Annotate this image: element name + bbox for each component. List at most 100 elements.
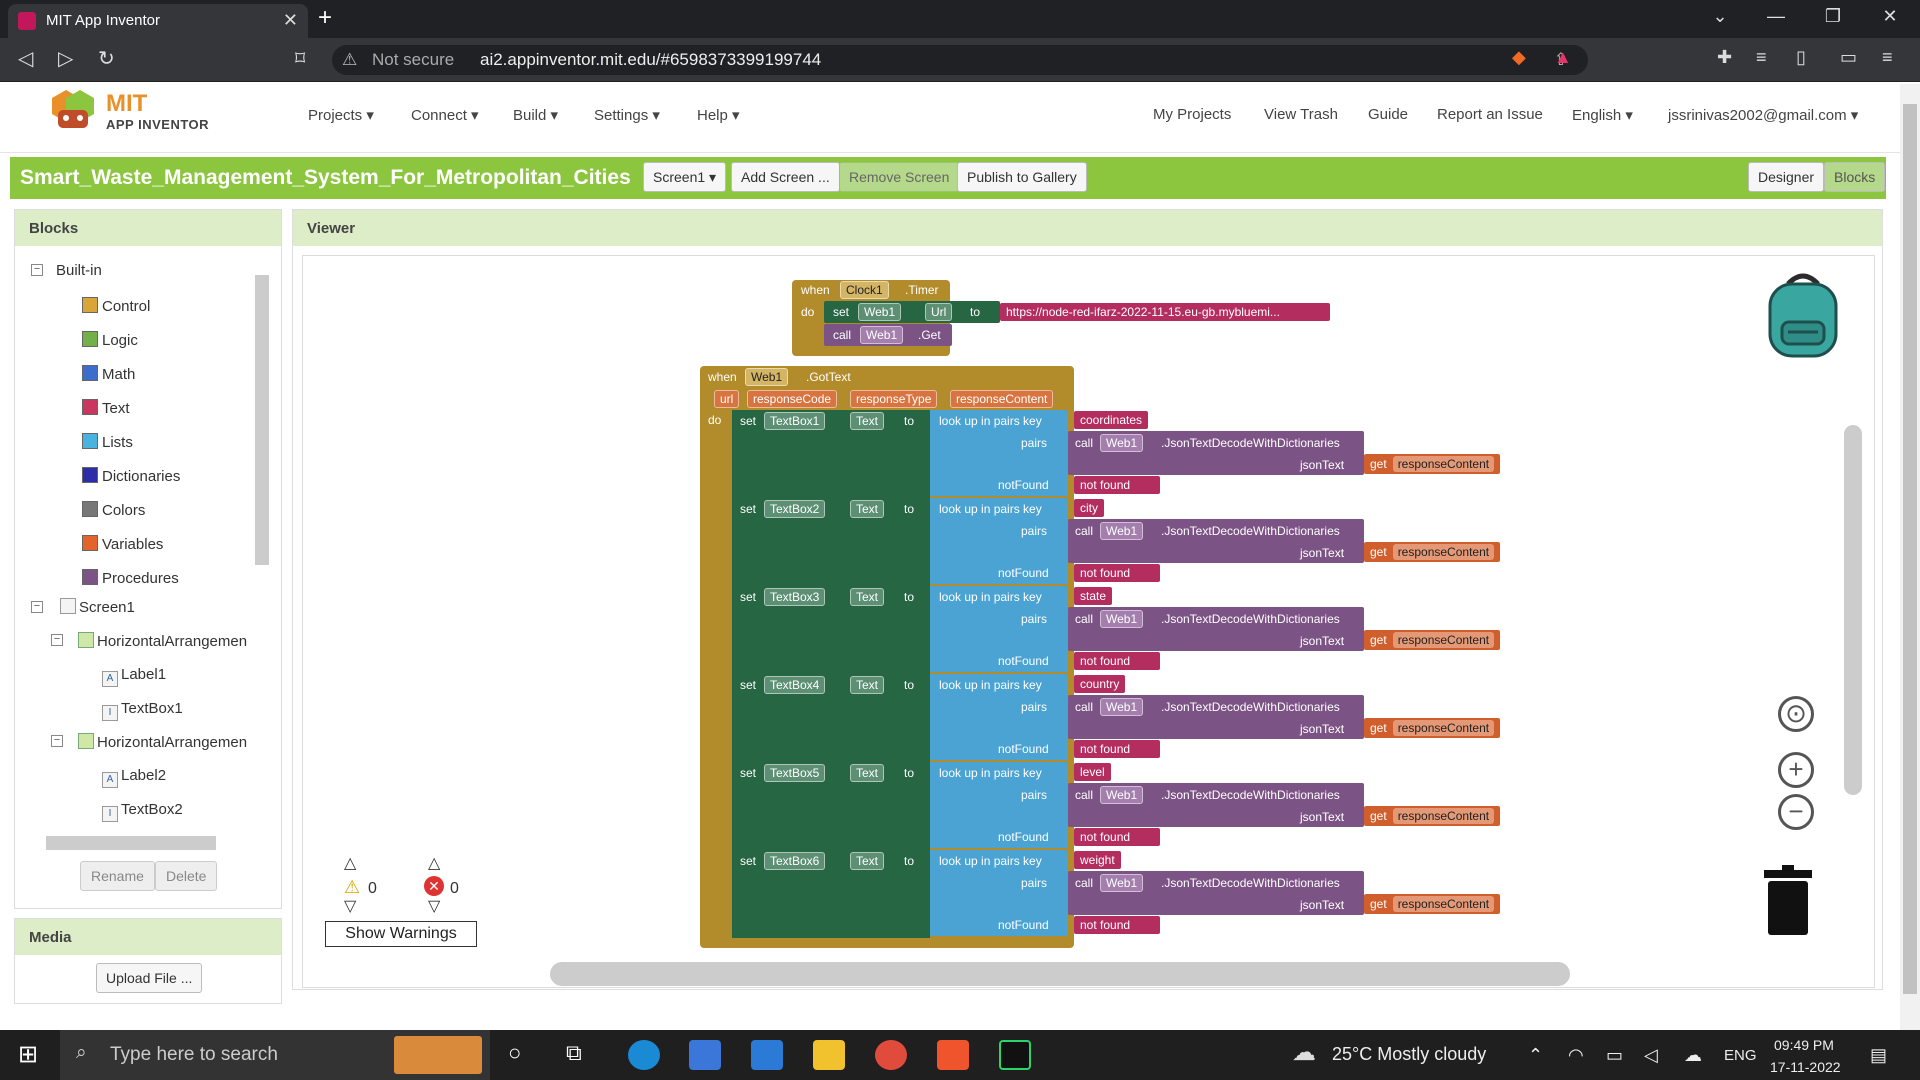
onedrive-icon[interactable]: ☁ — [1684, 1045, 1702, 1066]
block-category-text[interactable]: Text — [82, 399, 130, 417]
show-warnings-button[interactable]: Show Warnings — [325, 921, 477, 947]
chrome-icon[interactable] — [875, 1040, 907, 1070]
network-icon[interactable]: ◠ — [1568, 1045, 1584, 1066]
row5-textbox-dropdown[interactable]: TextBox5 — [764, 764, 826, 782]
block-category-logic[interactable]: Logic — [82, 331, 138, 349]
row6-get-response-block[interactable]: get responseContent — [1364, 894, 1501, 914]
param-response-type[interactable]: responseType — [850, 390, 938, 408]
tree-label1[interactable]: A Label1 — [102, 666, 166, 687]
link-report-issue[interactable]: Report an Issue — [1437, 106, 1543, 123]
browser-menu-icon[interactable]: ≡ — [1882, 47, 1893, 68]
row2-notfound-string[interactable]: not found — [1074, 564, 1160, 582]
bookmark-icon[interactable]: ⌑ — [295, 46, 305, 71]
battery-icon[interactable]: ▭ — [1606, 1045, 1623, 1066]
row1-call-component-dropdown[interactable]: Web1 — [1100, 434, 1144, 452]
row2-get-response-block[interactable]: get responseContent — [1364, 542, 1501, 562]
collapse-harr1-icon[interactable]: − — [51, 634, 63, 646]
workspace-horizontal-scrollbar[interactable] — [550, 962, 1570, 986]
row2-textbox-dropdown[interactable]: TextBox2 — [764, 500, 826, 518]
row6-get-variable-dropdown[interactable]: responseContent — [1392, 896, 1495, 912]
row5-get-variable-dropdown[interactable]: responseContent — [1392, 808, 1495, 824]
brave-taskbar-icon[interactable] — [937, 1040, 969, 1070]
block-category-colors[interactable]: Colors — [82, 501, 145, 519]
collapse-builtin-icon[interactable]: − — [31, 264, 43, 276]
clock-date[interactable]: 17-11-2022 — [1770, 1059, 1841, 1075]
minimize-icon[interactable]: — — [1756, 6, 1796, 27]
notifications-icon[interactable]: ▤ — [1870, 1045, 1887, 1066]
error-next-icon[interactable]: ▽ — [428, 896, 440, 916]
error-prev-icon[interactable]: △ — [428, 853, 440, 873]
row1-key-string[interactable]: coordinates — [1074, 411, 1149, 429]
backpack-icon[interactable] — [1762, 270, 1844, 358]
block-category-dictionaries[interactable]: Dictionaries — [82, 467, 180, 485]
row3-get-variable-dropdown[interactable]: responseContent — [1392, 632, 1495, 648]
row3-property-dropdown[interactable]: Text — [850, 588, 885, 606]
zoom-out-icon[interactable]: − — [1778, 794, 1814, 830]
row3-notfound-string[interactable]: not found — [1074, 652, 1160, 670]
row3-textbox-dropdown[interactable]: TextBox3 — [764, 588, 826, 606]
menu-settings[interactable]: Settings ▾ — [594, 106, 660, 124]
row5-property-dropdown[interactable]: Text — [850, 764, 885, 782]
set-url-component-dropdown[interactable]: Web1 — [858, 303, 902, 321]
tree-textbox2[interactable]: I TextBox2 — [102, 801, 183, 822]
link-my-projects[interactable]: My Projects — [1153, 106, 1231, 123]
upload-file-button[interactable]: Upload File ... — [96, 963, 203, 993]
param-url[interactable]: url — [714, 390, 740, 408]
close-window-icon[interactable]: ✕ — [1870, 6, 1910, 27]
tree-label2[interactable]: A Label2 — [102, 767, 166, 788]
designer-button[interactable]: Designer — [1748, 162, 1825, 192]
zoom-in-icon[interactable]: + — [1778, 752, 1814, 788]
delete-button[interactable]: Delete — [155, 861, 218, 891]
param-response-code[interactable]: responseCode — [747, 390, 838, 408]
row6-call-component-dropdown[interactable]: Web1 — [1100, 874, 1144, 892]
row2-call-component-dropdown[interactable]: Web1 — [1100, 522, 1144, 540]
warning-next-icon[interactable]: ▽ — [344, 896, 356, 916]
task-view-icon[interactable]: ⧉ — [566, 1040, 582, 1066]
link-guide[interactable]: Guide — [1368, 106, 1408, 123]
weather-text[interactable]: 25°C Mostly cloudy — [1332, 1044, 1486, 1065]
clock-time[interactable]: 09:49 PM — [1774, 1037, 1834, 1053]
trash-can-icon[interactable] — [1762, 865, 1814, 935]
row4-key-string[interactable]: country — [1074, 675, 1126, 693]
tree-horizontal-arrangement-2[interactable]: HorizontalArrangemen — [78, 733, 247, 751]
block-category-procedures[interactable]: Procedures — [82, 569, 179, 587]
playlist-icon[interactable]: ≡ — [1756, 47, 1767, 68]
new-tab-icon[interactable]: + — [318, 4, 332, 32]
volume-icon[interactable]: ◁ — [1644, 1045, 1658, 1066]
remove-screen-button[interactable]: Remove Screen — [839, 162, 960, 192]
param-response-content[interactable]: responseContent — [950, 390, 1054, 408]
row4-get-response-block[interactable]: get responseContent — [1364, 718, 1501, 738]
row4-property-dropdown[interactable]: Text — [850, 676, 885, 694]
file-explorer-icon[interactable] — [813, 1040, 845, 1070]
tree-builtin[interactable]: Built-in — [56, 262, 102, 279]
row1-property-dropdown[interactable]: Text — [850, 412, 885, 430]
app-inventor-logo-icon[interactable] — [44, 88, 100, 134]
language-select[interactable]: English ▾ — [1572, 106, 1633, 124]
back-icon[interactable]: ◁ — [18, 46, 33, 71]
call-get-component-dropdown[interactable]: Web1 — [860, 326, 904, 344]
row5-notfound-string[interactable]: not found — [1074, 828, 1160, 846]
forward-icon[interactable]: ▷ — [58, 46, 73, 71]
row1-get-response-block[interactable]: get responseContent — [1364, 454, 1501, 474]
screen-select[interactable]: Screen1 ▾ — [643, 162, 727, 192]
gottext-component-dropdown[interactable]: Web1 — [745, 368, 789, 386]
wallet-icon[interactable]: ▭ — [1840, 47, 1857, 68]
timer-component-dropdown[interactable]: Clock1 — [840, 281, 889, 299]
omnibox[interactable]: ⚠ Not secure ai2.appinventor.mit.edu/#65… — [332, 45, 1588, 75]
edge-icon[interactable] — [628, 1040, 660, 1070]
row3-get-response-block[interactable]: get responseContent — [1364, 630, 1501, 650]
row3-call-component-dropdown[interactable]: Web1 — [1100, 610, 1144, 628]
add-screen-button[interactable]: Add Screen ... — [731, 162, 840, 192]
tray-expand-icon[interactable]: ⌃ — [1528, 1045, 1543, 1066]
browser-tab[interactable]: MIT App Inventor ✕ — [8, 4, 308, 38]
windows-start-icon[interactable]: ⊞ — [18, 1040, 38, 1069]
page-scrollbar[interactable] — [1900, 84, 1920, 1030]
rename-button[interactable]: Rename — [80, 861, 155, 891]
close-tab-icon[interactable]: ✕ — [283, 10, 298, 31]
menu-projects[interactable]: Projects ▾ — [308, 106, 374, 124]
row4-get-variable-dropdown[interactable]: responseContent — [1392, 720, 1495, 736]
url-string-block[interactable]: https://node-red-ifarz-2022-11-15.eu-gb.… — [1000, 303, 1330, 321]
row2-key-string[interactable]: city — [1074, 499, 1104, 517]
account-menu[interactable]: jssrinivas2002@gmail.com ▾ — [1668, 106, 1858, 124]
row4-notfound-string[interactable]: not found — [1074, 740, 1160, 758]
